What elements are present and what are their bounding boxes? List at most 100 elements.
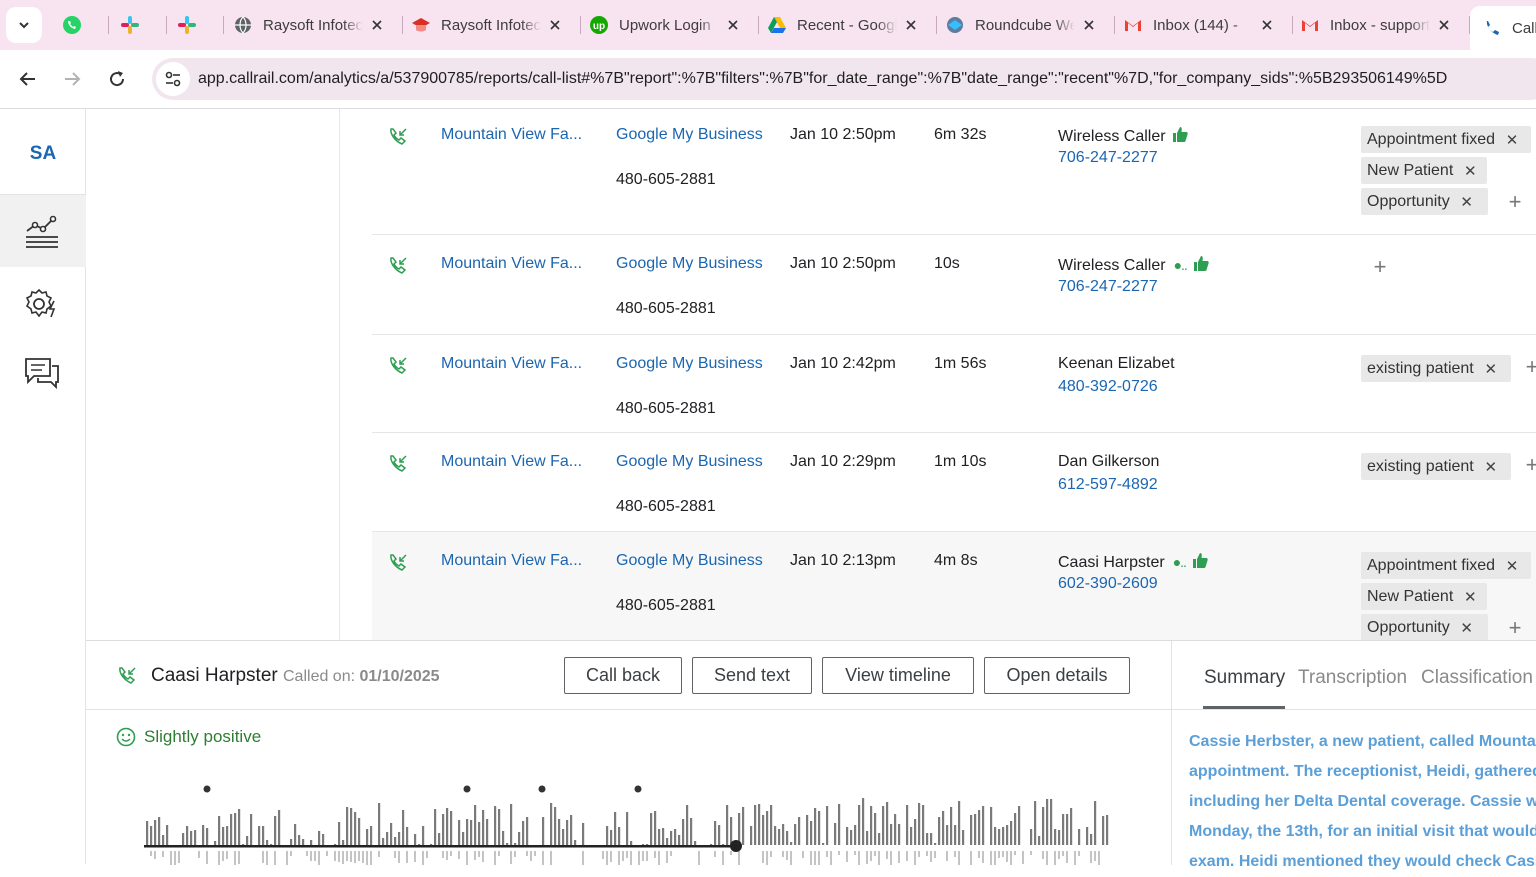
browser-tab[interactable] <box>62 8 92 42</box>
forward-button[interactable] <box>55 62 89 96</box>
browser-tab[interactable]: Raysoft Infotech <box>411 8 563 42</box>
tab-classification[interactable]: Classification <box>1421 667 1533 689</box>
caller-phone-link[interactable]: 602-390-2609 <box>1058 575 1158 593</box>
browser-tab[interactable]: Raysoft Infotech <box>233 8 385 42</box>
company-link[interactable]: Mountain View Fa... <box>441 255 582 273</box>
analytics-nav-item[interactable] <box>21 212 63 252</box>
waveform-bar <box>494 806 497 845</box>
remove-tag-icon[interactable]: ✕ <box>1460 620 1474 637</box>
source-link[interactable]: Google My Business <box>616 255 763 273</box>
browser-tab[interactable]: Inbox - support <box>1300 8 1452 42</box>
remove-tag-icon[interactable]: ✕ <box>1484 459 1498 476</box>
open-details-button[interactable]: Open details <box>984 657 1130 694</box>
remove-tag-icon[interactable]: ✕ <box>1460 194 1474 211</box>
waveform-bar <box>650 813 653 845</box>
waveform-bar-lower <box>1094 851 1096 861</box>
waveform-bar <box>1046 799 1049 845</box>
add-tag-icon[interactable]: + <box>1522 354 1536 379</box>
inbound-call-icon <box>119 667 136 684</box>
waveform-bar <box>798 817 801 845</box>
close-tab-icon[interactable] <box>547 17 563 33</box>
waveform-bar <box>570 815 573 845</box>
close-tab-icon[interactable] <box>725 17 741 33</box>
waveform-bar-lower <box>482 851 484 862</box>
company-link[interactable]: Mountain View Fa... <box>441 453 582 471</box>
url-text[interactable]: app.callrail.com/analytics/a/537900785/r… <box>198 70 1447 88</box>
waveform-bar <box>770 805 773 845</box>
call-back-button[interactable]: Call back <box>564 657 682 694</box>
waveform-bar <box>358 818 361 845</box>
waveform-bar-lower <box>802 851 804 858</box>
keyword-marker[interactable] <box>538 785 546 793</box>
account-initials[interactable]: SA <box>0 143 86 165</box>
send-text-button[interactable]: Send text <box>692 657 812 694</box>
source-link[interactable]: Google My Business <box>616 355 763 373</box>
remove-tag-icon[interactable]: ✕ <box>1505 132 1519 149</box>
playback-scrubber[interactable] <box>730 840 742 852</box>
remove-tag-icon[interactable]: ✕ <box>1463 163 1477 180</box>
add-tag-icon[interactable]: + <box>1522 452 1536 477</box>
caller-phone-link[interactable]: 706-247-2277 <box>1058 278 1158 296</box>
source-link[interactable]: Google My Business <box>616 453 763 471</box>
add-tag-icon[interactable]: + <box>1505 189 1525 214</box>
settings-nav-item[interactable] <box>21 284 63 324</box>
waveform-bar <box>682 819 685 845</box>
address-bar[interactable]: app.callrail.com/analytics/a/537900785/r… <box>152 58 1536 100</box>
inbound-call-icon <box>387 126 409 148</box>
keyword-marker[interactable] <box>463 785 471 793</box>
table-row[interactable]: Mountain View Fa... Google My Business 480… <box>372 532 1536 640</box>
close-tab-icon[interactable] <box>1081 17 1097 33</box>
table-row[interactable]: Mountain View Fa... Google My Business 480… <box>372 433 1536 532</box>
source-link[interactable]: Google My Business <box>616 126 763 144</box>
company-link[interactable]: Mountain View Fa... <box>441 355 582 373</box>
table-row[interactable]: Mountain View Fa... Google My Business 480… <box>372 109 1536 235</box>
waveform-bar <box>182 833 185 845</box>
close-tab-icon[interactable] <box>903 17 919 33</box>
tab-transcription[interactable]: Transcription <box>1298 667 1407 689</box>
table-row[interactable]: Mountain View Fa... Google My Business 480… <box>372 235 1536 335</box>
close-tab-icon[interactable] <box>1259 17 1275 33</box>
keyword-marker[interactable] <box>634 785 642 793</box>
company-link[interactable]: Mountain View Fa... <box>441 126 582 144</box>
browser-tab[interactable]: Inbox (144) - <box>1123 8 1275 42</box>
waveform-bar-lower <box>874 851 876 856</box>
close-tab-icon[interactable] <box>369 17 385 33</box>
thumbs-up-icon <box>1186 553 1208 571</box>
tab-search-button[interactable] <box>6 7 42 43</box>
browser-tab[interactable]: Call <box>1470 6 1536 50</box>
conversations-nav-item[interactable] <box>21 353 63 393</box>
keyword-marker[interactable] <box>203 785 211 793</box>
remove-tag-icon[interactable]: ✕ <box>1505 558 1519 575</box>
waveform-bar-lower <box>1002 851 1004 857</box>
table-row[interactable]: Mountain View Fa... Google My Business 480… <box>372 335 1536 433</box>
waveform-bar-lower <box>1046 851 1048 865</box>
waveform-bar <box>862 798 865 845</box>
view-timeline-button[interactable]: View timeline <box>822 657 974 694</box>
remove-tag-icon[interactable]: ✕ <box>1463 589 1477 606</box>
browser-tab[interactable]: Recent - Google Drive <box>767 8 919 42</box>
audio-waveform[interactable] <box>144 779 1114 865</box>
browser-tab[interactable] <box>120 8 150 42</box>
browser-tab[interactable] <box>177 8 207 42</box>
browser-tab[interactable]: Roundcube Webmail <box>945 8 1097 42</box>
close-tab-icon[interactable] <box>1436 17 1452 33</box>
waveform-bar-lower <box>994 851 996 865</box>
caller-phone-link[interactable]: 480-392-0726 <box>1058 378 1158 396</box>
waveform-bar-lower <box>990 851 992 865</box>
reload-button[interactable] <box>100 62 134 96</box>
tab-summary[interactable]: Summary <box>1204 667 1285 689</box>
source-link[interactable]: Google My Business <box>616 552 763 570</box>
back-button[interactable] <box>11 62 45 96</box>
caller-phone-link[interactable]: 612-597-4892 <box>1058 476 1158 494</box>
site-info-button[interactable] <box>156 62 190 96</box>
add-tag-icon[interactable]: + <box>1370 254 1390 279</box>
waveform-bar-lower <box>610 851 612 862</box>
remove-tag-icon[interactable]: ✕ <box>1484 361 1498 378</box>
company-link[interactable]: Mountain View Fa... <box>441 552 582 570</box>
browser-tab[interactable]: up Upwork Login <box>589 8 741 42</box>
tracking-number: 480-605-2881 <box>616 400 716 417</box>
caller-phone-link[interactable]: 706-247-2277 <box>1058 149 1158 167</box>
add-tag-icon[interactable]: + <box>1505 615 1525 640</box>
panel-caller-name: Caasi Harpster <box>151 665 278 686</box>
waveform-bar-lower <box>1074 851 1076 865</box>
